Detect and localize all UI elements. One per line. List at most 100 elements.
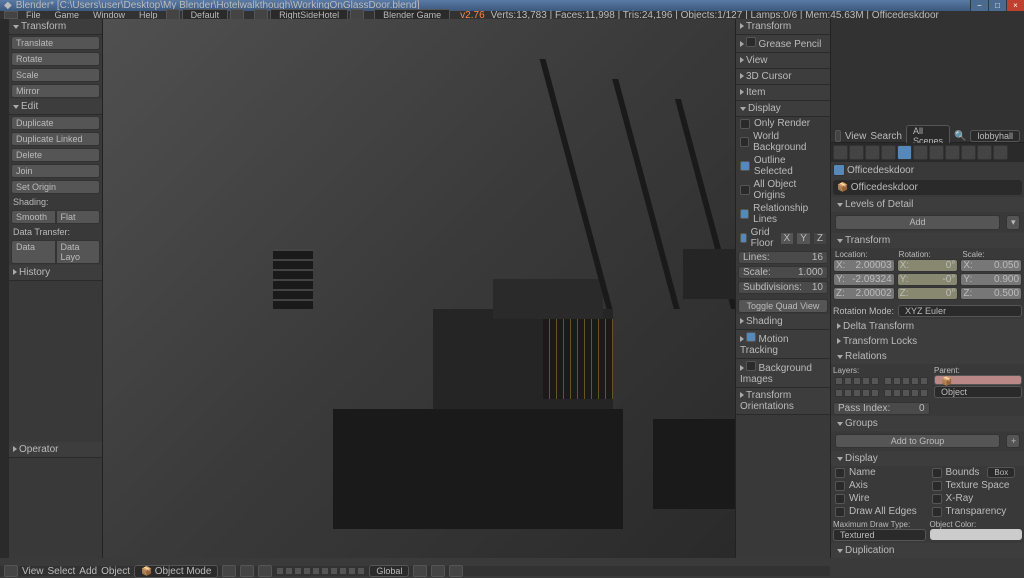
add-group-button[interactable]: Add to Group — [835, 434, 1000, 448]
scale-field[interactable]: Scale:1.000 — [738, 266, 828, 279]
scale-button[interactable]: Scale — [11, 68, 100, 82]
world-tab-icon[interactable] — [881, 145, 896, 160]
render-icon[interactable] — [449, 565, 463, 577]
view-header[interactable]: View — [736, 53, 830, 69]
layer-grid[interactable] — [833, 375, 930, 387]
rot-y-field[interactable]: Y:-0° — [897, 273, 959, 286]
operator-panel-header[interactable]: Operator — [9, 442, 102, 458]
scene-tab-icon[interactable] — [865, 145, 880, 160]
group-menu-button[interactable]: + — [1006, 434, 1020, 448]
3d-viewport[interactable] — [103, 19, 735, 558]
shading-mode-icon[interactable] — [222, 565, 236, 577]
scale-z-field[interactable]: Z:0.500 — [960, 287, 1022, 300]
layers-tab-icon[interactable] — [849, 145, 864, 160]
lod-section-header[interactable]: Levels of Detail — [831, 197, 1024, 212]
draw-edges-checkbox[interactable]: Draw All Edges — [831, 505, 928, 518]
transform-section-header[interactable]: Transform — [831, 233, 1024, 248]
maximize-button[interactable]: □ — [988, 0, 1006, 11]
proportional-icon[interactable] — [431, 565, 445, 577]
display-header[interactable]: Display — [736, 101, 830, 117]
transform-locks-header[interactable]: Transform Locks — [831, 334, 1024, 349]
outliner-type-icon[interactable] — [835, 130, 841, 142]
blender-icon[interactable] — [4, 11, 18, 19]
loc-z-field[interactable]: Z:2.00002 — [833, 287, 895, 300]
viewport-layers[interactable] — [276, 567, 365, 575]
render-tab-icon[interactable] — [833, 145, 848, 160]
data-layout-button[interactable]: Data Layo — [56, 240, 101, 264]
transparency-checkbox[interactable]: Transparency — [928, 505, 1024, 518]
modifiers-tab-icon[interactable] — [929, 145, 944, 160]
duplication-header[interactable]: Duplication — [831, 543, 1024, 558]
constraints-tab-icon[interactable] — [913, 145, 928, 160]
search-icon[interactable]: 🔍 — [954, 131, 966, 142]
transform-orient-header[interactable]: Transform Orientations — [736, 388, 830, 415]
grid-floor-checkbox[interactable]: Grid FloorXYZ — [736, 226, 830, 250]
set-origin-button[interactable]: Set Origin — [11, 180, 100, 194]
rot-z-field[interactable]: Z:0° — [897, 287, 959, 300]
outliner-filter[interactable]: lobbyhall — [970, 130, 1020, 142]
parent-field[interactable]: 📦 — [934, 375, 1022, 385]
duplicate-button[interactable]: Duplicate — [11, 116, 100, 130]
lines-field[interactable]: Lines:16 — [738, 251, 828, 264]
bottom-select[interactable]: Select — [48, 566, 76, 577]
bottom-view[interactable]: View — [22, 566, 44, 577]
close-button[interactable]: × — [1006, 0, 1024, 11]
subdiv-field[interactable]: Subdivisions:10 — [738, 281, 828, 294]
only-render-checkbox[interactable]: Only Render — [736, 117, 830, 130]
object-breadcrumb[interactable]: Officedeskdoor — [847, 165, 914, 176]
editor-type-icon[interactable] — [4, 565, 18, 577]
outliner-view[interactable]: View — [845, 131, 867, 142]
scale-x-field[interactable]: X:0.050 — [960, 259, 1022, 272]
wire-checkbox[interactable]: Wire — [831, 492, 928, 505]
loc-x-field[interactable]: X:2.00003 — [833, 259, 895, 272]
parent-type[interactable]: Object — [934, 386, 1022, 398]
transform-n-header[interactable]: Transform — [736, 19, 830, 35]
delta-transform-header[interactable]: Delta Transform — [831, 319, 1024, 334]
name-checkbox[interactable]: Name — [831, 466, 928, 479]
physics-tab-icon[interactable] — [993, 145, 1008, 160]
material-tab-icon[interactable] — [961, 145, 976, 160]
layer-grid-2[interactable] — [833, 387, 930, 399]
add-lod-button[interactable]: Add — [835, 215, 1000, 230]
scale-y-field[interactable]: Y:0.900 — [960, 273, 1022, 286]
translate-button[interactable]: Translate — [11, 36, 100, 50]
bottom-add[interactable]: Add — [79, 566, 97, 577]
history-panel-header[interactable]: History — [9, 265, 102, 281]
duplicate-linked-button[interactable]: Duplicate Linked — [11, 132, 100, 146]
all-origins-checkbox[interactable]: All Object Origins — [736, 178, 830, 202]
rel-lines-checkbox[interactable]: Relationship Lines — [736, 202, 830, 226]
mirror-button[interactable]: Mirror — [11, 84, 100, 98]
texture-tab-icon[interactable] — [977, 145, 992, 160]
world-bg-checkbox[interactable]: World Background — [736, 130, 830, 154]
bg-images-header[interactable]: Background Images — [736, 359, 830, 388]
loc-y-field[interactable]: Y:-2.09324 — [833, 273, 895, 286]
texture-space-checkbox[interactable]: Texture Space — [928, 479, 1024, 492]
3d-cursor-header[interactable]: 3D Cursor — [736, 69, 830, 85]
object-tab-icon[interactable] — [897, 145, 912, 160]
shading-header[interactable]: Shading — [736, 314, 830, 330]
outline-checkbox[interactable]: Outline Selected — [736, 154, 830, 178]
toggle-quad-button[interactable]: Toggle Quad View — [738, 299, 828, 313]
rotation-mode-select[interactable]: XYZ Euler — [898, 305, 1022, 317]
orientation-selector[interactable]: Global — [369, 565, 409, 577]
minimize-button[interactable]: − — [970, 0, 988, 11]
snap-icon[interactable] — [413, 565, 427, 577]
bounds-checkbox[interactable]: BoundsBox — [928, 466, 1024, 479]
data-button[interactable]: Data — [11, 240, 56, 264]
object-breadcrumb-icon[interactable] — [833, 164, 845, 176]
object-name-field[interactable]: 📦 Officedeskdoor — [833, 180, 1022, 195]
xray-checkbox[interactable]: X-Ray — [928, 492, 1024, 505]
lod-menu-button[interactable]: ▾ — [1006, 215, 1020, 230]
grease-pencil-header[interactable]: Grease Pencil — [736, 35, 830, 53]
rotate-button[interactable]: Rotate — [11, 52, 100, 66]
rot-x-field[interactable]: X:0° — [897, 259, 959, 272]
flat-button[interactable]: Flat — [56, 210, 101, 224]
outliner-search[interactable]: Search — [870, 131, 902, 142]
display-section-header[interactable]: Display — [831, 451, 1024, 466]
pivot-icon[interactable] — [240, 565, 254, 577]
edit-panel-header[interactable]: Edit — [9, 99, 102, 115]
obj-color-swatch[interactable] — [930, 529, 1023, 540]
transform-panel-header[interactable]: Transform — [9, 19, 102, 35]
motion-tracking-header[interactable]: Motion Tracking — [736, 330, 830, 359]
outliner-area[interactable] — [831, 19, 1024, 130]
